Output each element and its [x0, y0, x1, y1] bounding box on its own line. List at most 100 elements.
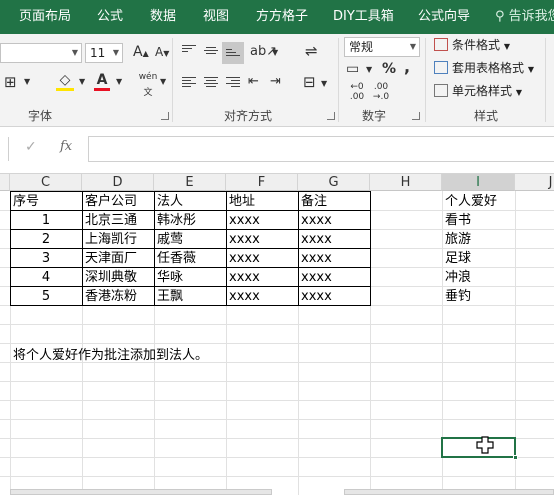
cell-styles-icon [434, 84, 448, 97]
worksheet-grid[interactable]: C D E F G H I J 个人爱好 看书 旅游 足球 冲浪 垂钓 将个人爱… [0, 174, 554, 495]
table-cell[interactable]: xxxx [298, 287, 370, 306]
table-header-cell[interactable]: 备注 [298, 192, 370, 211]
insert-function-icon[interactable]: fx [60, 139, 72, 154]
table-cell[interactable]: 上海凯行 [82, 230, 154, 249]
table-cell[interactable]: 北京三通 [82, 211, 154, 230]
table-cell[interactable]: xxxx [226, 211, 298, 230]
format-as-table-button[interactable]: 套用表格格式 ▼ [452, 60, 534, 78]
table-cell[interactable]: 戚莺 [154, 230, 226, 249]
table-cell[interactable]: 1 [10, 211, 82, 230]
conditional-format-icon [434, 38, 448, 51]
chevron-down-icon[interactable]: ▼ [116, 74, 122, 90]
cell-styles-button[interactable]: 单元格样式 ▼ [452, 83, 522, 101]
tab-data[interactable]: 数据 [150, 0, 176, 34]
fill-handle[interactable] [513, 455, 518, 460]
table-cell[interactable]: 3 [10, 249, 82, 268]
align-middle-icon[interactable] [204, 47, 218, 59]
hobby-cell[interactable]: 垂钓 [442, 287, 515, 306]
column-header-i[interactable]: I [442, 174, 515, 191]
column-header-c[interactable]: C [10, 174, 82, 191]
font-size-combo[interactable]: 11 ▼ [85, 43, 123, 63]
align-bottom-button[interactable] [222, 42, 244, 64]
hobby-header-cell[interactable]: 个人爱好 [442, 192, 515, 211]
column-header-e[interactable]: E [154, 174, 226, 191]
table-cell[interactable]: 深圳典敬 [82, 268, 154, 287]
number-dialog-launcher-icon[interactable] [412, 112, 420, 120]
horizontal-scrollbar[interactable] [344, 489, 554, 495]
decrease-decimal-icon[interactable]: .00 →.0 [370, 82, 392, 102]
table-cell[interactable]: 韩冰彤 [154, 211, 226, 230]
table-cell[interactable]: xxxx [226, 249, 298, 268]
tab-view[interactable]: 视图 [203, 0, 229, 34]
align-center-icon[interactable] [204, 77, 218, 89]
align-right-icon[interactable] [226, 77, 240, 89]
percent-style-icon[interactable]: % [382, 61, 396, 77]
alignment-dialog-launcher-icon[interactable] [327, 112, 335, 120]
align-left-icon[interactable] [182, 77, 196, 89]
chevron-down-icon[interactable]: ▼ [272, 45, 278, 61]
table-cell[interactable]: 华咏 [154, 268, 226, 287]
table-cell[interactable]: xxxx [226, 287, 298, 306]
column-header-f[interactable]: F [226, 174, 298, 191]
tab-formulas[interactable]: 公式 [97, 0, 123, 34]
increase-decimal-icon[interactable]: ←0.00 [346, 82, 368, 102]
column-header-h[interactable]: H [370, 174, 442, 191]
conditional-format-button[interactable]: 条件格式 ▼ [452, 37, 510, 55]
tab-diy-toolbox[interactable]: DIY工具箱 [333, 0, 394, 34]
column-header-g[interactable]: G [298, 174, 370, 191]
column-header-d[interactable]: D [82, 174, 154, 191]
phonetic-guide-icon[interactable]: wén 文 [137, 69, 159, 101]
number-format-value: 常规 [349, 40, 374, 54]
fill-color-icon[interactable]: ◇ [56, 72, 74, 91]
font-dialog-launcher-icon[interactable] [161, 112, 169, 120]
merge-center-icon[interactable]: ⊟ [303, 74, 316, 90]
accounting-format-icon[interactable]: ▭ [346, 61, 359, 77]
table-cell[interactable]: xxxx [298, 211, 370, 230]
decrease-font-icon[interactable]: A▼ [155, 44, 169, 62]
table-cell[interactable]: 2 [10, 230, 82, 249]
table-cell[interactable]: 5 [10, 287, 82, 306]
chevron-down-icon[interactable]: ▼ [24, 74, 30, 90]
table-cell[interactable]: 王飘 [154, 287, 226, 306]
table-cell[interactable]: xxxx [226, 230, 298, 249]
align-top-icon[interactable] [182, 45, 196, 57]
wrap-text-icon[interactable]: ⇌ [305, 43, 318, 59]
table-header-cell[interactable]: 客户公司 [82, 192, 154, 211]
chevron-down-icon[interactable]: ▼ [321, 76, 327, 92]
table-header-cell[interactable]: 法人 [154, 192, 226, 211]
table-cell[interactable]: xxxx [226, 268, 298, 287]
border-icon[interactable]: ⊞ [4, 74, 17, 90]
chevron-down-icon[interactable]: ▼ [366, 62, 372, 78]
font-name-combo[interactable]: ▼ [0, 43, 82, 63]
chevron-down-icon[interactable]: ▼ [79, 74, 85, 90]
table-cell[interactable]: 香港冻粉 [82, 287, 154, 306]
ribbon: ▼ 11 ▼ A▲ A▼ ⊞ ▼ ◇ ▼ A ▼ wén 文 ▼ 字体 ab↗ ▼ … [0, 34, 554, 127]
hobby-cell[interactable]: 足球 [442, 249, 515, 268]
number-format-combo[interactable]: 常规 ▼ [344, 37, 420, 57]
increase-font-icon[interactable]: A▲ [133, 44, 149, 62]
table-cell[interactable]: xxxx [298, 249, 370, 268]
font-color-icon[interactable]: A [94, 72, 110, 91]
tab-fangfang-gezi[interactable]: 方方格子 [256, 0, 308, 34]
table-cell[interactable]: xxxx [298, 268, 370, 287]
table-cell[interactable]: 任香薇 [154, 249, 226, 268]
tab-page-layout[interactable]: 页面布局 [19, 0, 71, 34]
comma-style-icon[interactable]: , [404, 59, 410, 75]
increase-indent-icon[interactable]: ⇥ [270, 74, 281, 90]
hobby-cell[interactable]: 冲浪 [442, 268, 515, 287]
decrease-indent-icon[interactable]: ⇤ [248, 74, 259, 90]
tell-me-box[interactable]: ⚲ 告诉我您 [495, 0, 554, 34]
table-header-cell[interactable]: 地址 [226, 192, 298, 211]
table-cell[interactable]: 4 [10, 268, 82, 287]
table-header-cell[interactable]: 序号 [10, 192, 82, 211]
sheet-tabs-scroll-area[interactable] [10, 489, 272, 495]
hobby-cell[interactable]: 旅游 [442, 230, 515, 249]
hobby-cell[interactable]: 看书 [442, 211, 515, 230]
table-cell[interactable]: xxxx [298, 230, 370, 249]
chevron-down-icon[interactable]: ▼ [160, 74, 166, 90]
tab-formula-wizard[interactable]: 公式向导 [418, 0, 470, 34]
formula-input[interactable] [88, 136, 554, 162]
enter-check-icon[interactable]: ✓ [25, 139, 37, 155]
table-cell[interactable]: 天津面厂 [82, 249, 154, 268]
column-header-j[interactable]: J [515, 174, 554, 191]
